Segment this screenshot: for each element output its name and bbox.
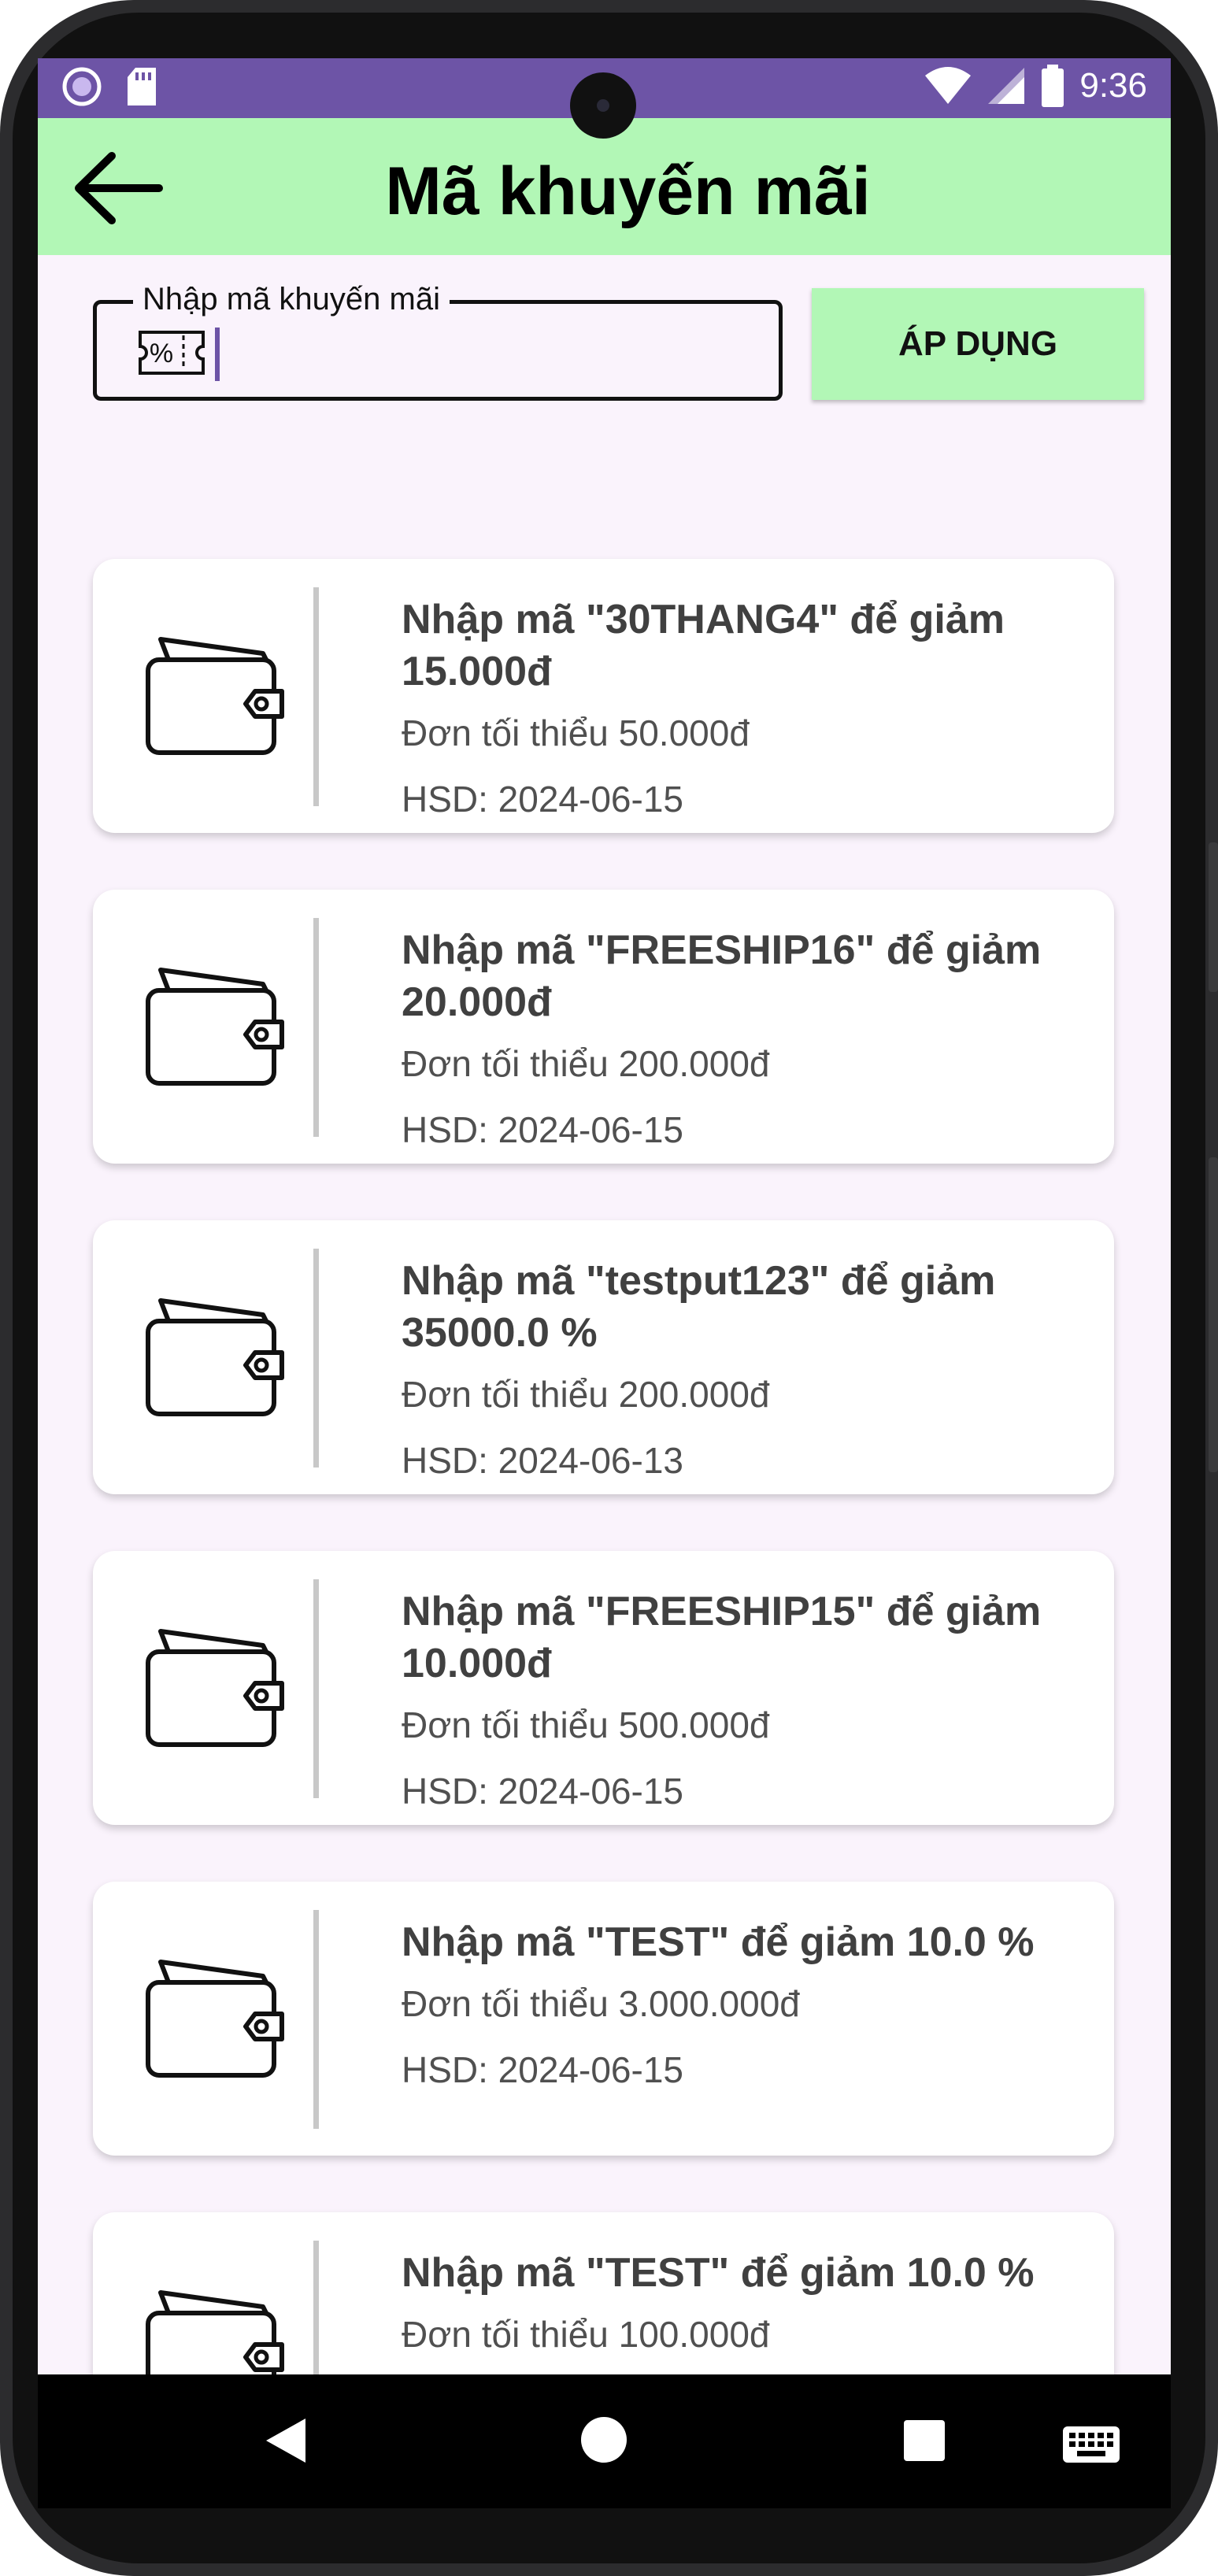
- apply-button[interactable]: ÁP DỤNG: [812, 288, 1144, 400]
- voucher-expiry: HSD: 2024-06-15: [402, 2049, 683, 2090]
- text-caret: [215, 328, 220, 381]
- phone-frame: 9:36 Mã khuyến mãi Nhập mã khuyến mãi % …: [0, 0, 1218, 2576]
- power-button: [1209, 1157, 1218, 1472]
- card-divider: [313, 1249, 319, 1468]
- voucher-min-order: Đơn tối thiểu 3.000.000đ: [402, 1983, 800, 2024]
- nav-bar: [38, 2374, 1171, 2508]
- card-divider: [313, 1579, 319, 1798]
- page-title: Mã khuyến mãi: [38, 153, 1171, 231]
- wallet-icon: [146, 637, 284, 755]
- card-divider: [313, 1910, 319, 2129]
- voucher-title: Nhập mã "TEST" để giảm 10.0 %: [402, 1919, 1035, 1965]
- voucher-card[interactable]: Nhập mã "FREESHIP15" để giảm 10.000đ Đơn…: [93, 1551, 1114, 1825]
- wallet-icon: [146, 1298, 284, 1416]
- wallet-icon: [146, 1960, 284, 2078]
- voucher-expiry: HSD: 2024-06-15: [402, 779, 683, 820]
- back-triangle-icon[interactable]: [263, 2415, 309, 2466]
- voucher-expiry: HSD: 2024-06-15: [402, 1771, 683, 1812]
- page-title-text: Mã khuyến mãi: [385, 154, 871, 229]
- svg-text:%: %: [150, 339, 173, 368]
- voucher-title: Nhập mã "TEST" để giảm 10.0 %: [402, 2250, 1035, 2296]
- voucher-min-order: Đơn tối thiểu 200.000đ: [402, 1374, 770, 1415]
- app-bar: Mã khuyến mãi: [38, 118, 1171, 255]
- voucher-title: Nhập mã "FREESHIP16" để giảm 20.000đ: [402, 927, 1042, 1025]
- voucher-expiry: HSD: 2024-06-15: [402, 1109, 683, 1150]
- front-camera: [570, 72, 636, 139]
- voucher-title: Nhập mã "testput123" để giảm 35000.0 %: [402, 1258, 996, 1356]
- voucher-min-order: Đơn tối thiểu 500.000đ: [402, 1704, 770, 1745]
- wallet-icon: [146, 968, 284, 1086]
- voucher-card[interactable]: Nhập mã "testput123" để giảm 35000.0 % Đ…: [93, 1220, 1114, 1494]
- recents-square-icon[interactable]: [902, 2419, 946, 2463]
- status-time: 9:36: [1079, 66, 1147, 105]
- signal-icon: [988, 68, 1025, 104]
- promo-code-field[interactable]: Nhập mã khuyến mãi %: [93, 282, 783, 401]
- voucher-min-order: Đơn tối thiểu 200.000đ: [402, 1043, 770, 1084]
- voucher-title: Nhập mã "FREESHIP15" để giảm 10.000đ: [402, 1589, 1042, 1686]
- voucher-min-order: Đơn tối thiểu 50.000đ: [402, 712, 750, 753]
- voucher-expiry: HSD: 2024-06-13: [402, 1440, 683, 1481]
- voucher-card[interactable]: Nhập mã "30THANG4" để giảm 15.000đ Đơn t…: [93, 559, 1114, 833]
- circle-notification-icon: [62, 67, 102, 106]
- volume-button: [1209, 842, 1218, 992]
- promo-code-label: Nhập mã khuyến mãi: [133, 282, 450, 317]
- voucher-min-order: Đơn tối thiểu 100.000đ: [402, 2314, 770, 2355]
- coupon-percent-icon: %: [139, 331, 205, 375]
- wallet-icon: [146, 1629, 284, 1747]
- screen: 9:36 Mã khuyến mãi Nhập mã khuyến mãi % …: [38, 58, 1171, 2508]
- keyboard-icon[interactable]: [1061, 2425, 1121, 2464]
- sd-card-icon: [128, 68, 156, 105]
- battery-icon: [1042, 65, 1064, 107]
- card-divider: [313, 918, 319, 1137]
- voucher-card[interactable]: Nhập mã "TEST" để giảm 10.0 % Đơn tối th…: [93, 1882, 1114, 2156]
- voucher-card[interactable]: Nhập mã "FREESHIP16" để giảm 20.000đ Đơn…: [93, 890, 1114, 1164]
- home-circle-icon[interactable]: [579, 2415, 628, 2464]
- card-divider: [313, 587, 319, 806]
- voucher-title: Nhập mã "30THANG4" để giảm 15.000đ: [402, 597, 1005, 694]
- wifi-icon: [925, 67, 972, 104]
